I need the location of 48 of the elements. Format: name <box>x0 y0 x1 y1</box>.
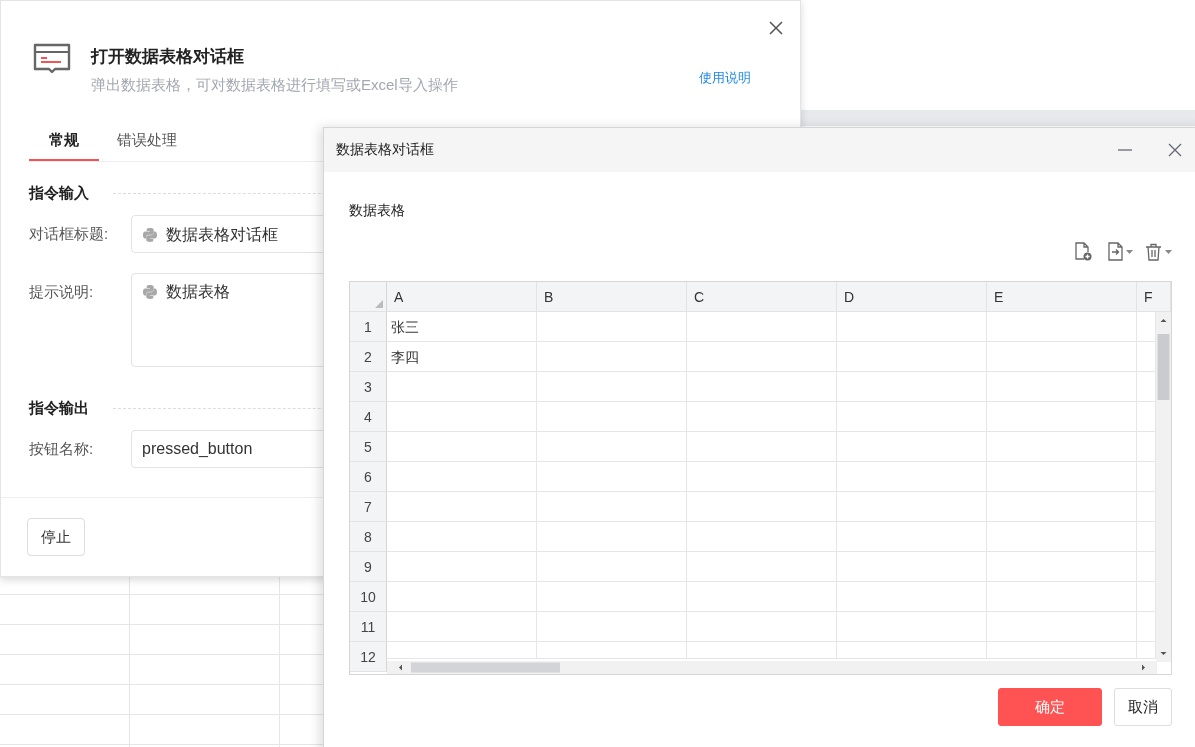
row-header[interactable]: 4 <box>350 402 387 432</box>
row-header[interactable]: 11 <box>350 612 387 642</box>
field-label: 对话框标题: <box>29 224 110 244</box>
row-header[interactable]: 6 <box>350 462 387 492</box>
python-icon <box>142 227 158 243</box>
column-header[interactable]: E <box>987 282 1137 312</box>
stop-button[interactable]: 停止 <box>27 518 85 556</box>
field-label: 按钮名称: <box>29 439 95 459</box>
column-header[interactable]: C <box>687 282 837 312</box>
row-header[interactable]: 9 <box>350 552 387 582</box>
vertical-scrollbar[interactable] <box>1156 312 1171 662</box>
window-title: 数据表格对话框 <box>336 141 435 159</box>
close-icon[interactable] <box>1168 143 1182 157</box>
row-header[interactable]: 1 <box>350 312 387 342</box>
row-header[interactable]: 10 <box>350 582 387 612</box>
import-file-icon[interactable] <box>1108 242 1123 261</box>
dialog-icon <box>33 43 71 75</box>
column-header[interactable]: A <box>387 282 537 312</box>
column-header[interactable]: D <box>837 282 987 312</box>
row-header[interactable]: 7 <box>350 492 387 522</box>
caret-icon <box>1165 249 1172 254</box>
corner-triangle-icon <box>375 300 383 308</box>
section-title: 指令输出 <box>29 399 89 418</box>
row-header[interactable]: 3 <box>350 372 387 402</box>
column-header[interactable]: F <box>1137 282 1171 312</box>
field-label: 提示说明: <box>29 282 95 302</box>
dialog-title: 打开数据表格对话框 <box>91 46 245 68</box>
minimize-icon[interactable] <box>1118 149 1132 151</box>
dialog-subtitle: 弹出数据表格，可对数据表格进行填写或Excel导入操作 <box>91 76 458 95</box>
caret-icon <box>1126 249 1133 254</box>
table-cell[interactable]: 张三 <box>387 312 537 342</box>
python-icon <box>142 284 158 300</box>
tab[interactable]: 常规 <box>29 125 99 161</box>
close-icon[interactable] <box>769 21 783 35</box>
row-header[interactable]: 12 <box>350 642 387 672</box>
row-header[interactable]: 5 <box>350 432 387 462</box>
row-header[interactable]: 2 <box>350 342 387 372</box>
trash-icon[interactable] <box>1145 242 1162 261</box>
tab[interactable]: 错误处理 <box>103 125 191 161</box>
table-title: 数据表格 <box>349 202 406 220</box>
horizontal-scrollbar[interactable] <box>387 661 1157 674</box>
column-header[interactable]: B <box>537 282 687 312</box>
row-header[interactable]: 8 <box>350 522 387 552</box>
cancel-button[interactable]: 取消 <box>1114 688 1172 726</box>
add-file-icon[interactable] <box>1074 242 1092 261</box>
help-link[interactable]: 使用说明 <box>699 69 751 87</box>
section-title: 指令输入 <box>29 184 89 203</box>
table-cell[interactable]: 李四 <box>387 342 537 372</box>
